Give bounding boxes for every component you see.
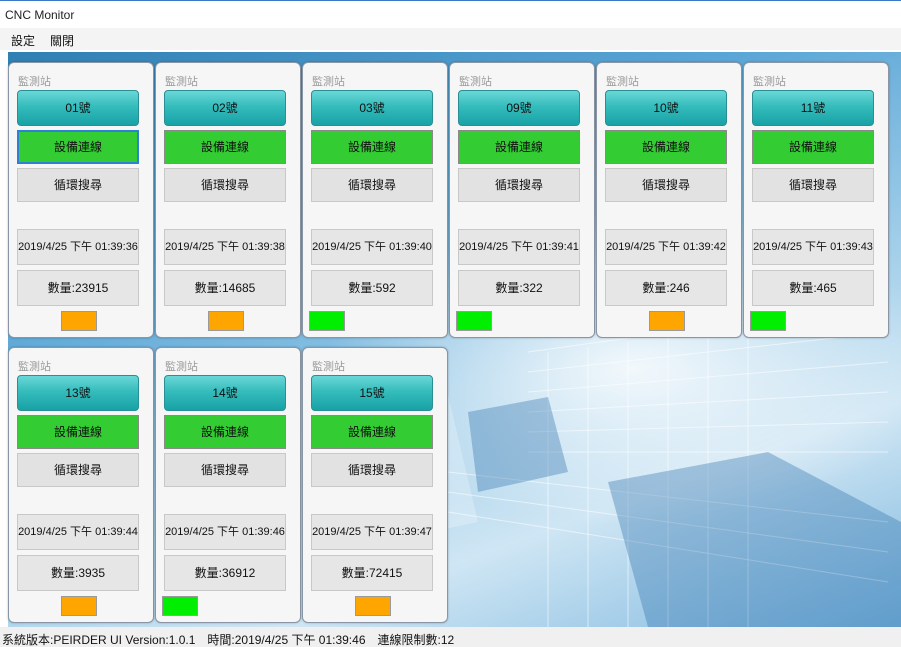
- station-button[interactable]: 14號: [164, 375, 286, 411]
- status-indicator: [750, 311, 786, 331]
- status-indicator: [61, 311, 97, 331]
- status-indicator: [162, 596, 198, 616]
- station-button[interactable]: 15號: [311, 375, 433, 411]
- panel-title: 監測站: [312, 76, 345, 88]
- timestamp-label: 2019/4/25 下午 01:39:41: [458, 229, 580, 265]
- station-panel: 監測站 14號設備連線循環搜尋 2019/4/25 下午 01:39:46 數量:36…: [155, 347, 301, 623]
- panel-title: 監測站: [165, 76, 198, 88]
- count-label: 數量:72415: [311, 555, 433, 591]
- status-indicator: [309, 311, 345, 331]
- count-label: 數量:23915: [17, 270, 139, 306]
- station-button[interactable]: 11號: [752, 90, 874, 126]
- station-button[interactable]: 01號: [17, 90, 139, 126]
- station-panel: 監測站 03號設備連線循環搜尋 2019/4/25 下午 01:39:40 數量:59…: [302, 62, 448, 338]
- connect-button[interactable]: 設備連線: [752, 130, 874, 164]
- timestamp-label: 2019/4/25 下午 01:39:46: [164, 514, 286, 550]
- count-label: 數量:14685: [164, 270, 286, 306]
- timestamp-label: 2019/4/25 下午 01:39:36: [17, 229, 139, 265]
- connect-button[interactable]: 設備連線: [458, 130, 580, 164]
- station-button[interactable]: 09號: [458, 90, 580, 126]
- connect-button[interactable]: 設備連線: [605, 130, 727, 164]
- connect-button[interactable]: 設備連線: [17, 130, 139, 164]
- panel-title: 監測站: [312, 361, 345, 373]
- station-panel: 監測站 11號設備連線循環搜尋 2019/4/25 下午 01:39:43 數量:46…: [743, 62, 889, 338]
- panel-title: 監測站: [165, 361, 198, 373]
- station-button[interactable]: 03號: [311, 90, 433, 126]
- menu-settings[interactable]: 設定: [11, 32, 35, 49]
- timestamp-label: 2019/4/25 下午 01:39:44: [17, 514, 139, 550]
- count-label: 數量:246: [605, 270, 727, 306]
- panel-title: 監測站: [459, 76, 492, 88]
- status-indicator: [355, 596, 391, 616]
- panel-title: 監測站: [606, 76, 639, 88]
- loop-search-button[interactable]: 循環搜尋: [752, 168, 874, 202]
- loop-search-button[interactable]: 循環搜尋: [458, 168, 580, 202]
- menu-bar: 設定 關閉: [0, 28, 901, 50]
- title-bar: CNC Monitor: [0, 0, 901, 28]
- count-label: 數量:592: [311, 270, 433, 306]
- status-indicator: [61, 596, 97, 616]
- station-panel: 監測站 10號設備連線循環搜尋 2019/4/25 下午 01:39:42 數量:24…: [596, 62, 742, 338]
- loop-search-button[interactable]: 循環搜尋: [164, 453, 286, 487]
- loop-search-button[interactable]: 循環搜尋: [311, 168, 433, 202]
- loop-search-button[interactable]: 循環搜尋: [311, 453, 433, 487]
- count-label: 數量:3935: [17, 555, 139, 591]
- connect-button[interactable]: 設備連線: [311, 415, 433, 449]
- connect-button[interactable]: 設備連線: [164, 130, 286, 164]
- loop-search-button[interactable]: 循環搜尋: [17, 453, 139, 487]
- timestamp-label: 2019/4/25 下午 01:39:47: [311, 514, 433, 550]
- panel-title: 監測站: [18, 76, 51, 88]
- panel-title: 監測站: [753, 76, 786, 88]
- station-button[interactable]: 02號: [164, 90, 286, 126]
- status-indicator: [208, 311, 244, 331]
- timestamp-label: 2019/4/25 下午 01:39:38: [164, 229, 286, 265]
- status-indicator: [649, 311, 685, 331]
- timestamp-label: 2019/4/25 下午 01:39:43: [752, 229, 874, 265]
- status-bar: 系統版本:PEIRDER UI Version:1.0.1 時間:2019/4/…: [0, 627, 901, 647]
- status-indicator: [456, 311, 492, 331]
- station-panel: 監測站 02號設備連線循環搜尋 2019/4/25 下午 01:39:38 數量:14…: [155, 62, 301, 338]
- timestamp-label: 2019/4/25 下午 01:39:40: [311, 229, 433, 265]
- station-button[interactable]: 10號: [605, 90, 727, 126]
- station-panel: 監測站 01號設備連線循環搜尋 2019/4/25 下午 01:39:36 數量:23…: [8, 62, 154, 338]
- timestamp-label: 2019/4/25 下午 01:39:42: [605, 229, 727, 265]
- station-button[interactable]: 13號: [17, 375, 139, 411]
- connect-button[interactable]: 設備連線: [17, 415, 139, 449]
- connect-button[interactable]: 設備連線: [164, 415, 286, 449]
- status-text: 系統版本:PEIRDER UI Version:1.0.1 時間:2019/4/…: [2, 633, 455, 647]
- count-label: 數量:465: [752, 270, 874, 306]
- panel-title: 監測站: [18, 361, 51, 373]
- count-label: 數量:322: [458, 270, 580, 306]
- menu-close[interactable]: 關閉: [50, 32, 74, 49]
- window-title: CNC Monitor: [5, 8, 75, 22]
- loop-search-button[interactable]: 循環搜尋: [164, 168, 286, 202]
- loop-search-button[interactable]: 循環搜尋: [17, 168, 139, 202]
- station-panel: 監測站 09號設備連線循環搜尋 2019/4/25 下午 01:39:41 數量:32…: [449, 62, 595, 338]
- loop-search-button[interactable]: 循環搜尋: [605, 168, 727, 202]
- count-label: 數量:36912: [164, 555, 286, 591]
- connect-button[interactable]: 設備連線: [311, 130, 433, 164]
- station-panel: 監測站 13號設備連線循環搜尋 2019/4/25 下午 01:39:44 數量:39…: [8, 347, 154, 623]
- station-panel: 監測站 15號設備連線循環搜尋 2019/4/25 下午 01:39:47 數量:72…: [302, 347, 448, 623]
